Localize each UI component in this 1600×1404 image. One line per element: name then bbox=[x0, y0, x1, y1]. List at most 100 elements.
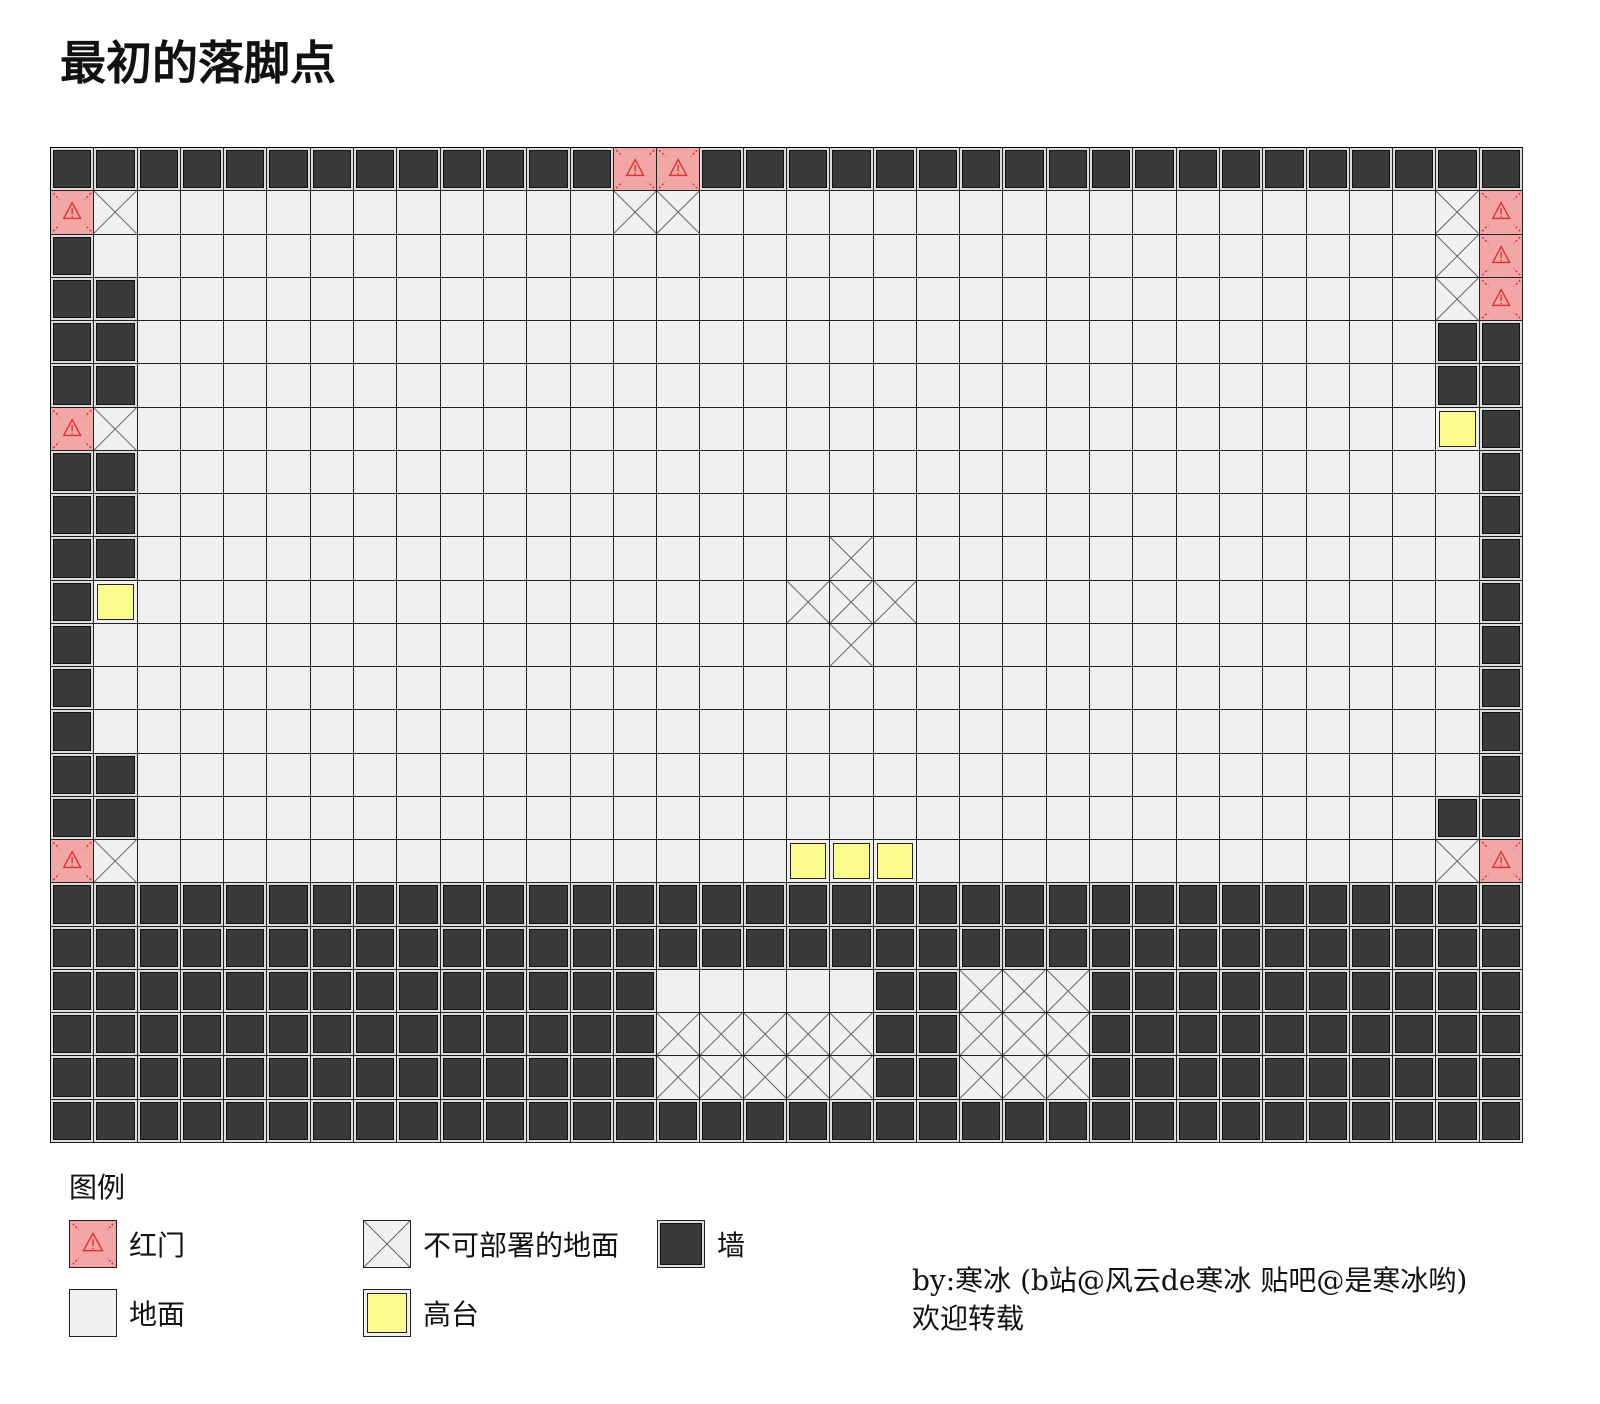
ground-tile bbox=[570, 407, 614, 451]
ground-tile bbox=[873, 796, 917, 841]
ground-tile bbox=[180, 450, 225, 495]
ground-tile bbox=[1133, 450, 1177, 495]
ground-tile bbox=[224, 580, 268, 624]
ground-tile bbox=[613, 667, 658, 711]
ground-tile bbox=[267, 580, 311, 624]
wall-tile bbox=[1263, 1056, 1307, 1100]
ground-tile bbox=[570, 623, 614, 668]
ground-tile bbox=[1176, 321, 1220, 365]
wall-tile bbox=[1479, 667, 1523, 711]
ground-tile bbox=[570, 234, 614, 278]
ground-tile bbox=[527, 796, 571, 841]
ground-tile bbox=[1393, 796, 1437, 841]
ground-tile bbox=[1090, 277, 1134, 322]
ground-tile bbox=[354, 840, 398, 884]
wall-tile bbox=[960, 1099, 1004, 1143]
ground-tile bbox=[1090, 407, 1134, 451]
ground-tile bbox=[1263, 407, 1307, 451]
ground-tile bbox=[137, 321, 181, 365]
ground-tile bbox=[657, 667, 701, 711]
ground-tile bbox=[224, 234, 268, 278]
ground-tile bbox=[397, 321, 441, 365]
ground-tile bbox=[354, 580, 398, 624]
wall-tile bbox=[354, 148, 398, 192]
wall-tile bbox=[873, 883, 917, 927]
wall-tile bbox=[613, 1056, 658, 1100]
wall-tile bbox=[354, 926, 398, 970]
ground-tile bbox=[310, 840, 355, 884]
ground-tile bbox=[267, 623, 311, 668]
ground-tile bbox=[1436, 667, 1480, 711]
ground-tile bbox=[354, 796, 398, 841]
ground-tile bbox=[916, 840, 961, 884]
wall-tile bbox=[137, 883, 181, 927]
wall-tile bbox=[137, 148, 181, 192]
wall-tile bbox=[873, 1056, 917, 1100]
ground-tile bbox=[1219, 191, 1264, 235]
wall-tile bbox=[440, 969, 484, 1014]
no-deploy-tile bbox=[657, 191, 701, 235]
ground-tile bbox=[700, 667, 744, 711]
ground-tile bbox=[267, 840, 311, 884]
wall-tile bbox=[94, 926, 138, 970]
wall-tile bbox=[1219, 1099, 1264, 1143]
map-title: 最初的落脚点 bbox=[60, 36, 336, 90]
ground-tile bbox=[440, 364, 484, 408]
ground-tile bbox=[657, 969, 701, 1014]
credit-line-2: 欢迎转载 bbox=[912, 1302, 1025, 1335]
wall-tile bbox=[570, 1056, 614, 1100]
ground-tile bbox=[1003, 191, 1047, 235]
ground-tile bbox=[483, 234, 528, 278]
wall-tile bbox=[916, 883, 961, 927]
no-deploy-tile bbox=[1436, 840, 1480, 884]
ground-tile bbox=[1219, 580, 1264, 624]
wall-tile bbox=[1349, 148, 1394, 192]
wall-tile bbox=[1090, 1056, 1134, 1100]
ground-tile bbox=[1219, 796, 1264, 841]
ground-tile bbox=[180, 537, 225, 581]
ground-tile bbox=[786, 191, 831, 235]
ground-tile bbox=[960, 580, 1004, 624]
wall-tile bbox=[1349, 969, 1394, 1014]
wall-tile bbox=[440, 883, 484, 927]
ground-tile bbox=[180, 667, 225, 711]
ground-tile bbox=[440, 191, 484, 235]
ground-tile bbox=[960, 450, 1004, 495]
ground-tile bbox=[570, 450, 614, 495]
ground-tile bbox=[1393, 407, 1437, 451]
ground-tile bbox=[1219, 321, 1264, 365]
no-deploy-tile bbox=[743, 1013, 787, 1057]
wall-tile bbox=[1176, 1056, 1220, 1100]
ground-tile bbox=[224, 623, 268, 668]
ground-tile bbox=[657, 710, 701, 754]
ground-tile bbox=[483, 667, 528, 711]
ground-tile bbox=[224, 277, 268, 322]
legend-item-red-gate: 红门 bbox=[69, 1220, 185, 1268]
ground-tile bbox=[1046, 796, 1091, 841]
wall-tile bbox=[94, 537, 138, 581]
ground-tile bbox=[1090, 234, 1134, 278]
wall-tile bbox=[267, 1099, 311, 1143]
ground-tile bbox=[310, 667, 355, 711]
ground-tile bbox=[657, 796, 701, 841]
wall-tile bbox=[310, 1099, 355, 1143]
ground-tile bbox=[1133, 667, 1177, 711]
ground-tile bbox=[180, 840, 225, 884]
wall-tile bbox=[1479, 883, 1523, 927]
ground-tile bbox=[1133, 234, 1177, 278]
ground-tile bbox=[267, 450, 311, 495]
ground-tile bbox=[700, 277, 744, 322]
wall-tile bbox=[1479, 1013, 1523, 1057]
ground-tile bbox=[137, 537, 181, 581]
ground-tile bbox=[137, 796, 181, 841]
ground-tile bbox=[1003, 753, 1047, 797]
ground-tile bbox=[873, 710, 917, 754]
wall-tile bbox=[180, 1099, 225, 1143]
ground-tile bbox=[137, 191, 181, 235]
wall-tile bbox=[830, 1099, 874, 1143]
wall-tile bbox=[1176, 148, 1220, 192]
ground-tile bbox=[1046, 407, 1091, 451]
ground-tile bbox=[830, 191, 874, 235]
wall-tile bbox=[570, 148, 614, 192]
no-deploy-tile bbox=[1003, 1013, 1047, 1057]
